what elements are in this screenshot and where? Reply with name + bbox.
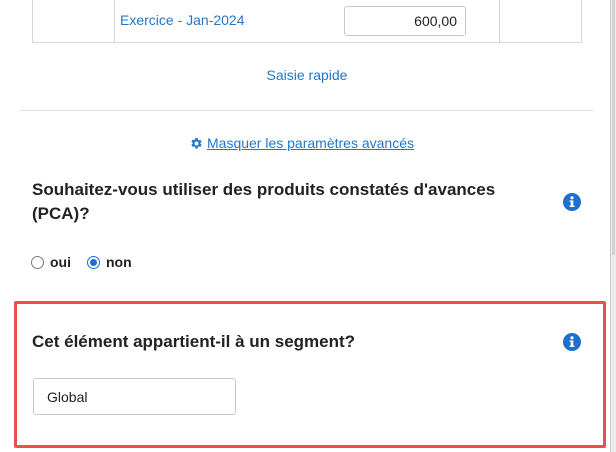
radio-label-non: non xyxy=(106,254,132,270)
toggle-advanced-settings-label: Masquer les paramètres avancés xyxy=(207,135,414,151)
scrollbar-thumb[interactable] xyxy=(612,0,615,255)
info-icon[interactable] xyxy=(563,193,581,211)
toggle-advanced-settings-link[interactable]: Masquer les paramètres avancés xyxy=(190,135,414,151)
segment-section-highlight xyxy=(14,301,606,448)
radio-label-oui: oui xyxy=(50,254,71,270)
radio-oui[interactable] xyxy=(31,255,44,269)
periods-table: Exercice - Jan-2024 xyxy=(32,0,582,43)
segment-input[interactable] xyxy=(33,378,236,415)
radio-non[interactable] xyxy=(87,255,100,269)
period-link[interactable]: Exercice - Jan-2024 xyxy=(120,12,245,28)
segment-question-title: Cet élément appartient-il à un segment? xyxy=(32,332,356,351)
gear-icon xyxy=(191,137,202,148)
quick-entry-link[interactable]: Saisie rapide xyxy=(0,67,614,83)
pca-question-title: Souhaitez-vous utiliser des produits con… xyxy=(32,180,496,223)
table-column-divider xyxy=(499,0,500,42)
table-row-label-cell xyxy=(33,0,115,42)
pca-radio-group: oui non xyxy=(31,254,148,270)
section-divider xyxy=(20,110,594,111)
period-amount-input[interactable] xyxy=(344,6,466,36)
info-icon[interactable] xyxy=(563,333,581,351)
